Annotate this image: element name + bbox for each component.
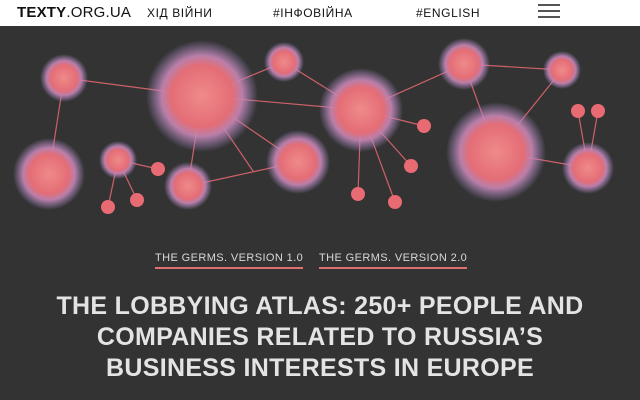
node-small-9 [130,193,144,207]
node-large-5 [266,130,330,194]
version-1-link[interactable]: THE GERMS. VERSION 1.0 [155,252,304,269]
node-small-8 [101,200,115,214]
network-nodes-large [13,38,614,210]
node-large-7 [438,38,490,90]
node-large-8 [164,162,212,210]
logo-main: TEXTY [17,4,67,21]
node-small-5 [571,104,585,118]
title-line-1: THE LOBBYING ATLAS: 250+ PEOPLE AND [56,292,584,320]
germs-network-illustration [13,38,614,214]
nav-infowar[interactable]: #ІНФОВІЙНА [273,6,353,20]
node-large-4 [13,138,85,210]
node-large-6 [562,142,614,194]
node-small-7 [151,162,165,176]
node-large-9 [40,54,88,102]
site-logo[interactable]: TEXTY.ORG.UA [17,5,131,21]
node-small-4 [388,195,402,209]
node-small-3 [351,187,365,201]
node-large-10 [264,42,304,82]
nav-english[interactable]: #ENGLISH [416,6,480,20]
top-navigation-bar: TEXTY.ORG.UA ХІД ВІЙНИ #ІНФОВІЙНА #ENGLI… [0,0,640,26]
version-2-link[interactable]: THE GERMS. VERSION 2.0 [319,252,468,269]
page-title: THE LOBBYING ATLAS: 250+ PEOPLE AND COMP… [40,291,600,384]
node-small-6 [591,104,605,118]
node-large-3 [319,68,403,152]
title-line-2: COMPANIES RELATED TO RUSSIA’S [96,323,544,351]
title-line-3: BUSINESS INTERESTS IN EUROPE [106,354,534,382]
node-large-1 [146,40,258,152]
hamburger-menu-icon[interactable] [538,3,560,19]
logo-domain: .ORG.UA [66,4,132,21]
node-large-12 [99,141,137,179]
node-large-2 [446,102,546,202]
node-large-11 [543,51,581,89]
node-small-1 [417,119,431,133]
nav-war-progress[interactable]: ХІД ВІЙНИ [147,6,212,20]
node-small-2 [404,159,418,173]
